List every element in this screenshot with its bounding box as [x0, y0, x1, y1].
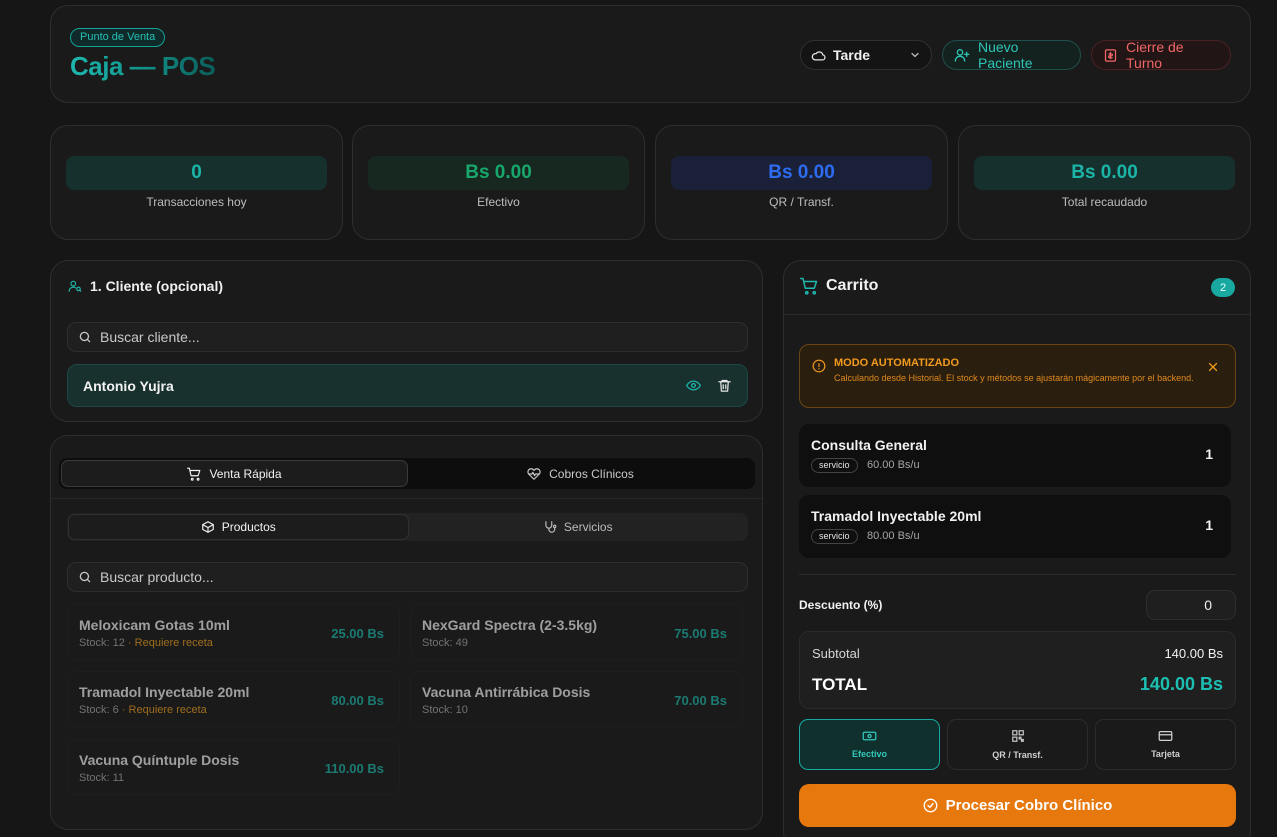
subtotal-value: 140.00 Bs — [1164, 646, 1223, 661]
product-card[interactable]: Meloxicam Gotas 10ml Stock: 12 · Requier… — [67, 604, 400, 660]
heart-pulse-icon — [527, 467, 541, 481]
close-icon[interactable] — [1207, 361, 1219, 373]
cart-icon — [800, 277, 818, 295]
new-patient-button[interactable]: Nuevo Paciente — [942, 39, 1081, 71]
tab-quick-sale[interactable]: Venta Rápida — [61, 460, 408, 487]
new-patient-label: Nuevo Paciente — [978, 39, 1033, 71]
page-header: Punto de Venta Caja — POS Tarde Nuevo Pa… — [50, 5, 1251, 103]
banner-text: Calculando desde Historial. El stock y m… — [834, 373, 1194, 383]
selected-client[interactable]: Antonio Yujra — [67, 364, 748, 407]
cart-title: Carrito — [800, 277, 878, 295]
stat-card-total: Bs 0.00 Total recaudado — [958, 125, 1251, 240]
client-section: 1. Cliente (opcional) Antonio Yujra — [50, 260, 763, 422]
item-type-badge: servicio — [811, 529, 858, 544]
close-shift-label: Cierre de Turno — [1126, 39, 1184, 71]
total-value: 140.00 Bs — [1139, 674, 1223, 694]
divider — [51, 498, 762, 499]
item-quantity: 1 — [1205, 517, 1213, 533]
stat-label: Efectivo — [477, 195, 520, 209]
shift-select-value: Tarde — [833, 47, 871, 63]
automated-mode-banner: MODO AUTOMATIZADO Calculando desde Histo… — [799, 344, 1236, 408]
stat-value: 0 — [66, 156, 327, 190]
info-icon — [812, 359, 826, 373]
product-search-input[interactable] — [100, 569, 737, 585]
cart-item[interactable]: Tramadol Inyectable 20ml servicio 80.00 … — [799, 495, 1231, 558]
product-card[interactable]: Tramadol Inyectable 20ml Stock: 6 · Requ… — [67, 671, 400, 727]
discount-label: Descuento (%) — [799, 598, 883, 612]
stat-card-cash: Bs 0.00 Efectivo — [352, 125, 645, 240]
tab-products[interactable]: Productos — [68, 514, 409, 540]
divider — [784, 314, 1250, 315]
product-card[interactable]: Vacuna Quíntuple Dosis Stock: 11 110.00 … — [67, 739, 400, 795]
cloud-icon — [811, 48, 826, 63]
trash-icon[interactable] — [717, 378, 732, 393]
stat-label: Total recaudado — [1061, 195, 1148, 209]
stat-value: Bs 0.00 — [974, 156, 1235, 190]
eye-icon[interactable] — [686, 378, 701, 393]
search-icon — [78, 570, 92, 584]
payment-method-qr[interactable]: QR / Transf. — [947, 719, 1088, 770]
subtotal-label: Subtotal — [812, 646, 860, 661]
stat-card-qr: Bs 0.00 QR / Transf. — [655, 125, 948, 240]
close-shift-button[interactable]: Cierre de Turno — [1091, 39, 1231, 71]
stat-label: Transacciones hoy — [146, 195, 247, 209]
product-card[interactable]: NexGard Spectra (2-3.5kg) Stock: 49 75.0… — [410, 604, 743, 660]
banknote-icon — [862, 730, 877, 742]
divider — [799, 574, 1236, 575]
stat-card-transactions: 0 Transacciones hoy — [50, 125, 343, 240]
catalog-tabs: Productos Servicios — [67, 513, 748, 541]
item-type-badge: servicio — [811, 458, 858, 473]
chevron-down-icon — [909, 49, 921, 61]
section-badge: Punto de Venta — [70, 28, 166, 47]
banner-title: MODO AUTOMATIZADO — [834, 357, 960, 369]
tab-clinical-charges[interactable]: Cobros Clínicos — [408, 460, 753, 487]
payment-method-cash[interactable]: Efectivo — [799, 719, 940, 770]
cart-item[interactable]: Consulta General servicio 60.00 Bs/u 1 — [799, 424, 1231, 487]
stat-value: Bs 0.00 — [671, 156, 932, 190]
totals-box: Subtotal 140.00 Bs TOTAL 140.00 Bs — [799, 631, 1236, 709]
credit-card-icon — [1158, 730, 1173, 742]
product-card[interactable]: Vacuna Antirrábica Dosis Stock: 10 70.00… — [410, 671, 743, 727]
client-section-title: 1. Cliente (opcional) — [68, 278, 223, 294]
receipt-icon — [1103, 48, 1118, 63]
user-search-icon — [68, 279, 82, 293]
total-label: TOTAL — [812, 675, 868, 694]
process-payment-button[interactable]: Procesar Cobro Clínico — [799, 784, 1236, 827]
cart-icon — [187, 467, 201, 481]
cart-count-badge: 2 — [1211, 278, 1235, 297]
check-circle-icon — [923, 798, 938, 813]
item-quantity: 1 — [1205, 446, 1213, 462]
qr-code-icon — [1011, 729, 1025, 743]
shift-select[interactable]: Tarde — [800, 40, 932, 70]
user-plus-icon — [954, 47, 970, 63]
stethoscope-icon — [543, 520, 557, 534]
page-title: Caja — POS — [70, 51, 216, 81]
box-icon — [201, 520, 215, 534]
cart-panel: Carrito 2 MODO AUTOMATIZADO Calculando d… — [783, 260, 1251, 837]
client-name: Antonio Yujra — [83, 377, 174, 394]
payment-method-card[interactable]: Tarjeta — [1095, 719, 1236, 770]
client-search[interactable] — [67, 322, 748, 352]
product-search[interactable] — [67, 562, 748, 592]
tab-services[interactable]: Servicios — [409, 514, 748, 540]
sale-mode-tabs: Venta Rápida Cobros Clínicos — [59, 458, 755, 489]
stat-label: QR / Transf. — [769, 195, 834, 209]
stat-value: Bs 0.00 — [368, 156, 629, 190]
discount-input[interactable]: 0 — [1146, 590, 1236, 620]
search-icon — [78, 330, 92, 344]
sale-section: Venta Rápida Cobros Clínicos Productos S… — [50, 435, 763, 830]
client-search-input[interactable] — [100, 329, 737, 345]
